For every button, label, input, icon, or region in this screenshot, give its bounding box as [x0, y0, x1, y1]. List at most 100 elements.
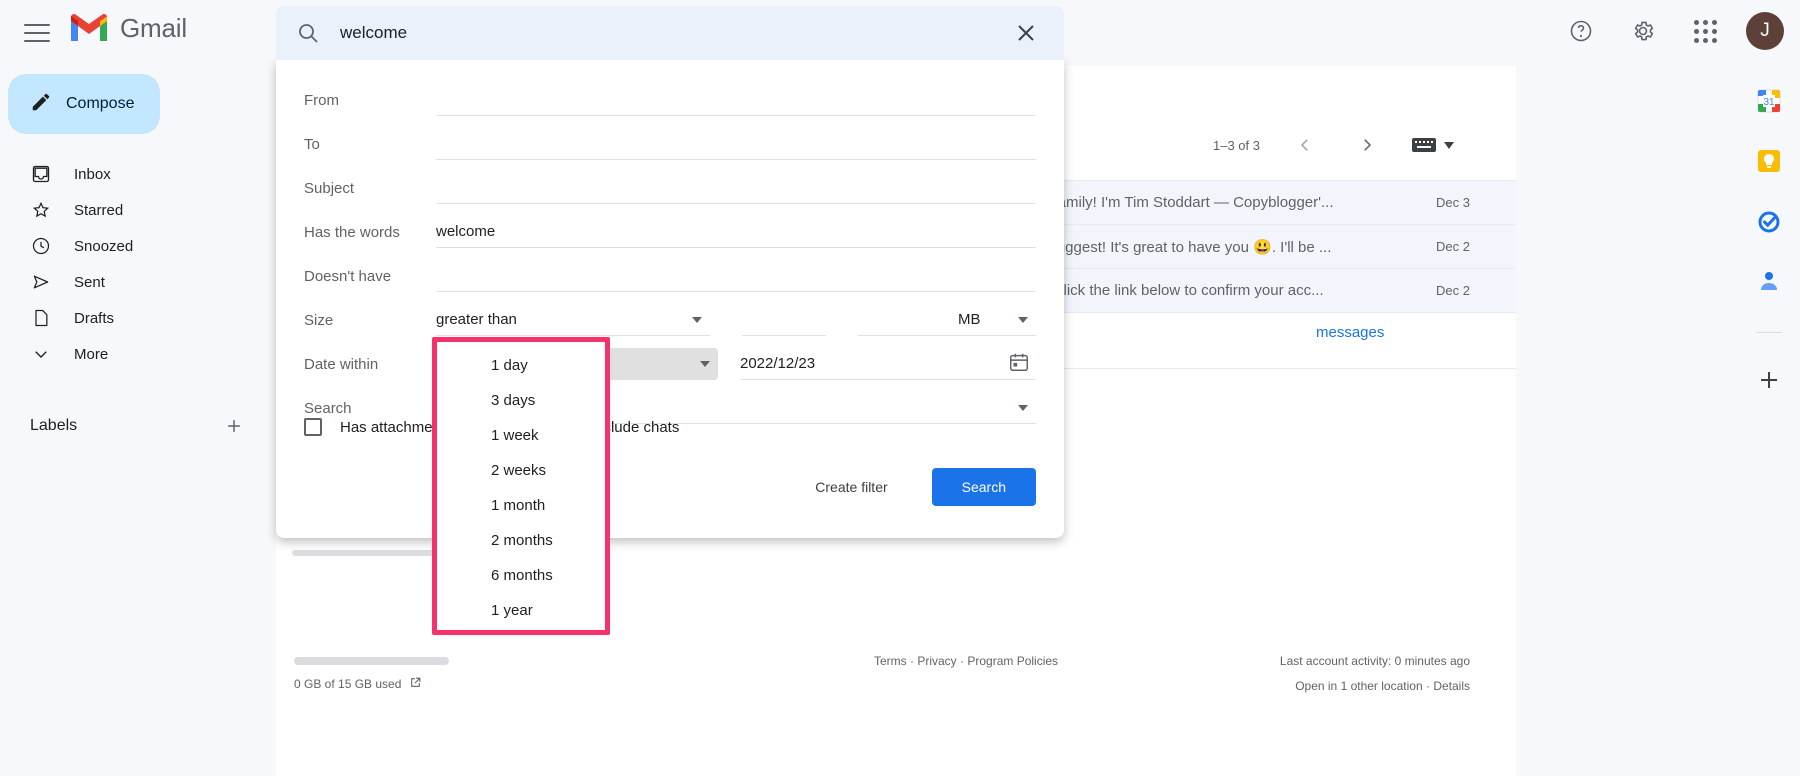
send-icon	[30, 271, 52, 293]
gear-icon[interactable]	[1622, 10, 1664, 52]
list-toolbar: 1–3 of 3	[1213, 128, 1454, 162]
account-location: Open in 1 other location · Details	[1295, 679, 1470, 693]
document-icon	[30, 307, 52, 329]
google-calendar-icon[interactable]: 31	[1756, 88, 1782, 114]
close-icon[interactable]	[1006, 13, 1046, 53]
sidebar-item-sent[interactable]: Sent	[0, 264, 262, 300]
doesnt-have-input[interactable]	[436, 267, 1036, 284]
field-label: Date within	[304, 355, 379, 373]
keyboard-icon[interactable]	[1412, 136, 1454, 154]
help-icon[interactable]	[1560, 10, 1602, 52]
dropdown-option[interactable]: 1 year	[437, 593, 605, 628]
inbox-icon	[30, 163, 52, 185]
apps-grid-icon[interactable]	[1684, 10, 1726, 52]
has-attachment-checkbox[interactable]	[304, 418, 322, 436]
dropdown-option[interactable]: 3 days	[437, 383, 605, 418]
subject-input[interactable]	[436, 179, 1036, 196]
storage-bar	[294, 657, 449, 665]
field-label: Doesn't have	[304, 267, 392, 285]
size-unit-select[interactable]: MB	[858, 304, 1036, 336]
from-input-wrap[interactable]	[436, 84, 1036, 116]
size-comparator-value: greater than	[436, 311, 517, 328]
account-activity: Last account activity: 0 minutes ago	[1279, 654, 1470, 668]
has-words-input[interactable]	[436, 223, 1036, 240]
terms-link[interactable]: Terms	[874, 654, 907, 668]
result-count: 1–3 of 3	[1213, 137, 1260, 153]
advanced-search-panel: From To Subject Has the words Doesn't ha	[276, 60, 1064, 538]
sidebar-item-label: Inbox	[74, 165, 111, 183]
dropdown-option[interactable]: 2 weeks	[437, 453, 605, 488]
search-icon[interactable]	[294, 19, 322, 47]
gmail-wordmark: Gmail	[120, 12, 187, 43]
side-panel-rail: 31	[1738, 66, 1800, 776]
messages-link[interactable]: messages	[1316, 324, 1384, 341]
dropdown-option[interactable]: 1 month	[437, 488, 605, 523]
gmail-mark-icon	[68, 12, 110, 44]
sidebar-item-drafts[interactable]: Drafts	[0, 300, 262, 336]
search-button[interactable]: Search	[931, 468, 1036, 506]
sidebar-item-more[interactable]: More	[0, 336, 262, 372]
field-label: To	[304, 135, 320, 153]
compose-label: Compose	[66, 95, 135, 112]
labels-section: Labels	[0, 408, 276, 444]
size-unit-value: MB	[958, 311, 981, 328]
size-comparator-select[interactable]: greater than	[436, 304, 710, 336]
plus-icon[interactable]	[1756, 367, 1782, 393]
dropdown-option[interactable]: 1 day	[437, 348, 605, 383]
sidebar-nav: Inbox Starred Snoozed Sent Drafts More	[0, 156, 276, 372]
field-label: From	[304, 91, 339, 109]
gmail-logo[interactable]: Gmail	[68, 12, 187, 44]
dropdown-option[interactable]: 2 months	[437, 523, 605, 558]
has-attachment-label[interactable]: Has attachment	[340, 419, 445, 436]
to-input-wrap[interactable]	[436, 128, 1036, 160]
program-policies-link[interactable]: Program Policies	[967, 654, 1058, 668]
doesnt-have-input-wrap[interactable]	[436, 260, 1036, 292]
plus-icon[interactable]	[222, 414, 246, 438]
size-amount-input[interactable]	[742, 311, 826, 328]
sidebar: Compose Inbox Starred Snoozed Sent Draft…	[0, 66, 276, 776]
date-input[interactable]	[740, 355, 1036, 372]
sidebar-item-inbox[interactable]: Inbox	[0, 156, 262, 192]
dropdown-option[interactable]: 6 months	[437, 558, 605, 593]
google-tasks-icon[interactable]	[1756, 208, 1782, 234]
google-keep-icon[interactable]	[1756, 148, 1782, 174]
has-words-input-wrap[interactable]	[436, 216, 1036, 248]
chevron-right-icon[interactable]	[1350, 128, 1384, 162]
google-contacts-icon[interactable]	[1756, 268, 1782, 294]
sidebar-item-label: Starred	[74, 201, 124, 219]
clock-icon	[30, 235, 52, 257]
chevron-down-icon	[692, 316, 702, 323]
privacy-link[interactable]: Privacy	[917, 654, 956, 668]
hamburger-icon[interactable]	[22, 18, 52, 48]
sidebar-item-label: Drafts	[74, 309, 115, 327]
calendar-icon[interactable]	[1008, 351, 1030, 377]
details-link[interactable]: Details	[1433, 679, 1470, 693]
field-doesnt-have: Doesn't have	[304, 254, 1036, 298]
date-within-dropdown: 1 day 3 days 1 week 2 weeks 1 month 2 mo…	[437, 342, 605, 630]
dropdown-option[interactable]: 1 week	[437, 418, 605, 453]
to-input[interactable]	[436, 135, 1036, 152]
sep1: ·	[909, 654, 914, 668]
rail-divider	[1756, 332, 1782, 333]
chevron-down-icon	[30, 343, 52, 365]
chevron-down-icon	[1018, 404, 1028, 411]
sidebar-item-starred[interactable]: Starred	[0, 192, 262, 228]
from-input[interactable]	[436, 91, 1036, 108]
field-date-within: Date within	[304, 342, 1036, 386]
sep3: ·	[1425, 679, 1430, 693]
caret-down-icon[interactable]	[1444, 136, 1454, 154]
date-input-wrap[interactable]	[740, 348, 1036, 380]
pencil-icon	[30, 91, 52, 118]
chevron-left-icon[interactable]	[1288, 128, 1322, 162]
subject-input-wrap[interactable]	[436, 172, 1036, 204]
create-filter-button[interactable]: Create filter	[801, 469, 901, 505]
open-external-icon[interactable]	[409, 676, 422, 692]
compose-button[interactable]: Compose	[8, 74, 160, 134]
field-label: Search	[304, 399, 352, 417]
size-amount-input-wrap[interactable]	[742, 304, 826, 336]
search-input[interactable]	[340, 23, 1006, 43]
sidebar-item-snoozed[interactable]: Snoozed	[0, 228, 262, 264]
field-size: Size greater than MB	[304, 298, 1036, 342]
sidebar-item-label: Sent	[74, 273, 105, 291]
avatar[interactable]: J	[1746, 12, 1784, 50]
